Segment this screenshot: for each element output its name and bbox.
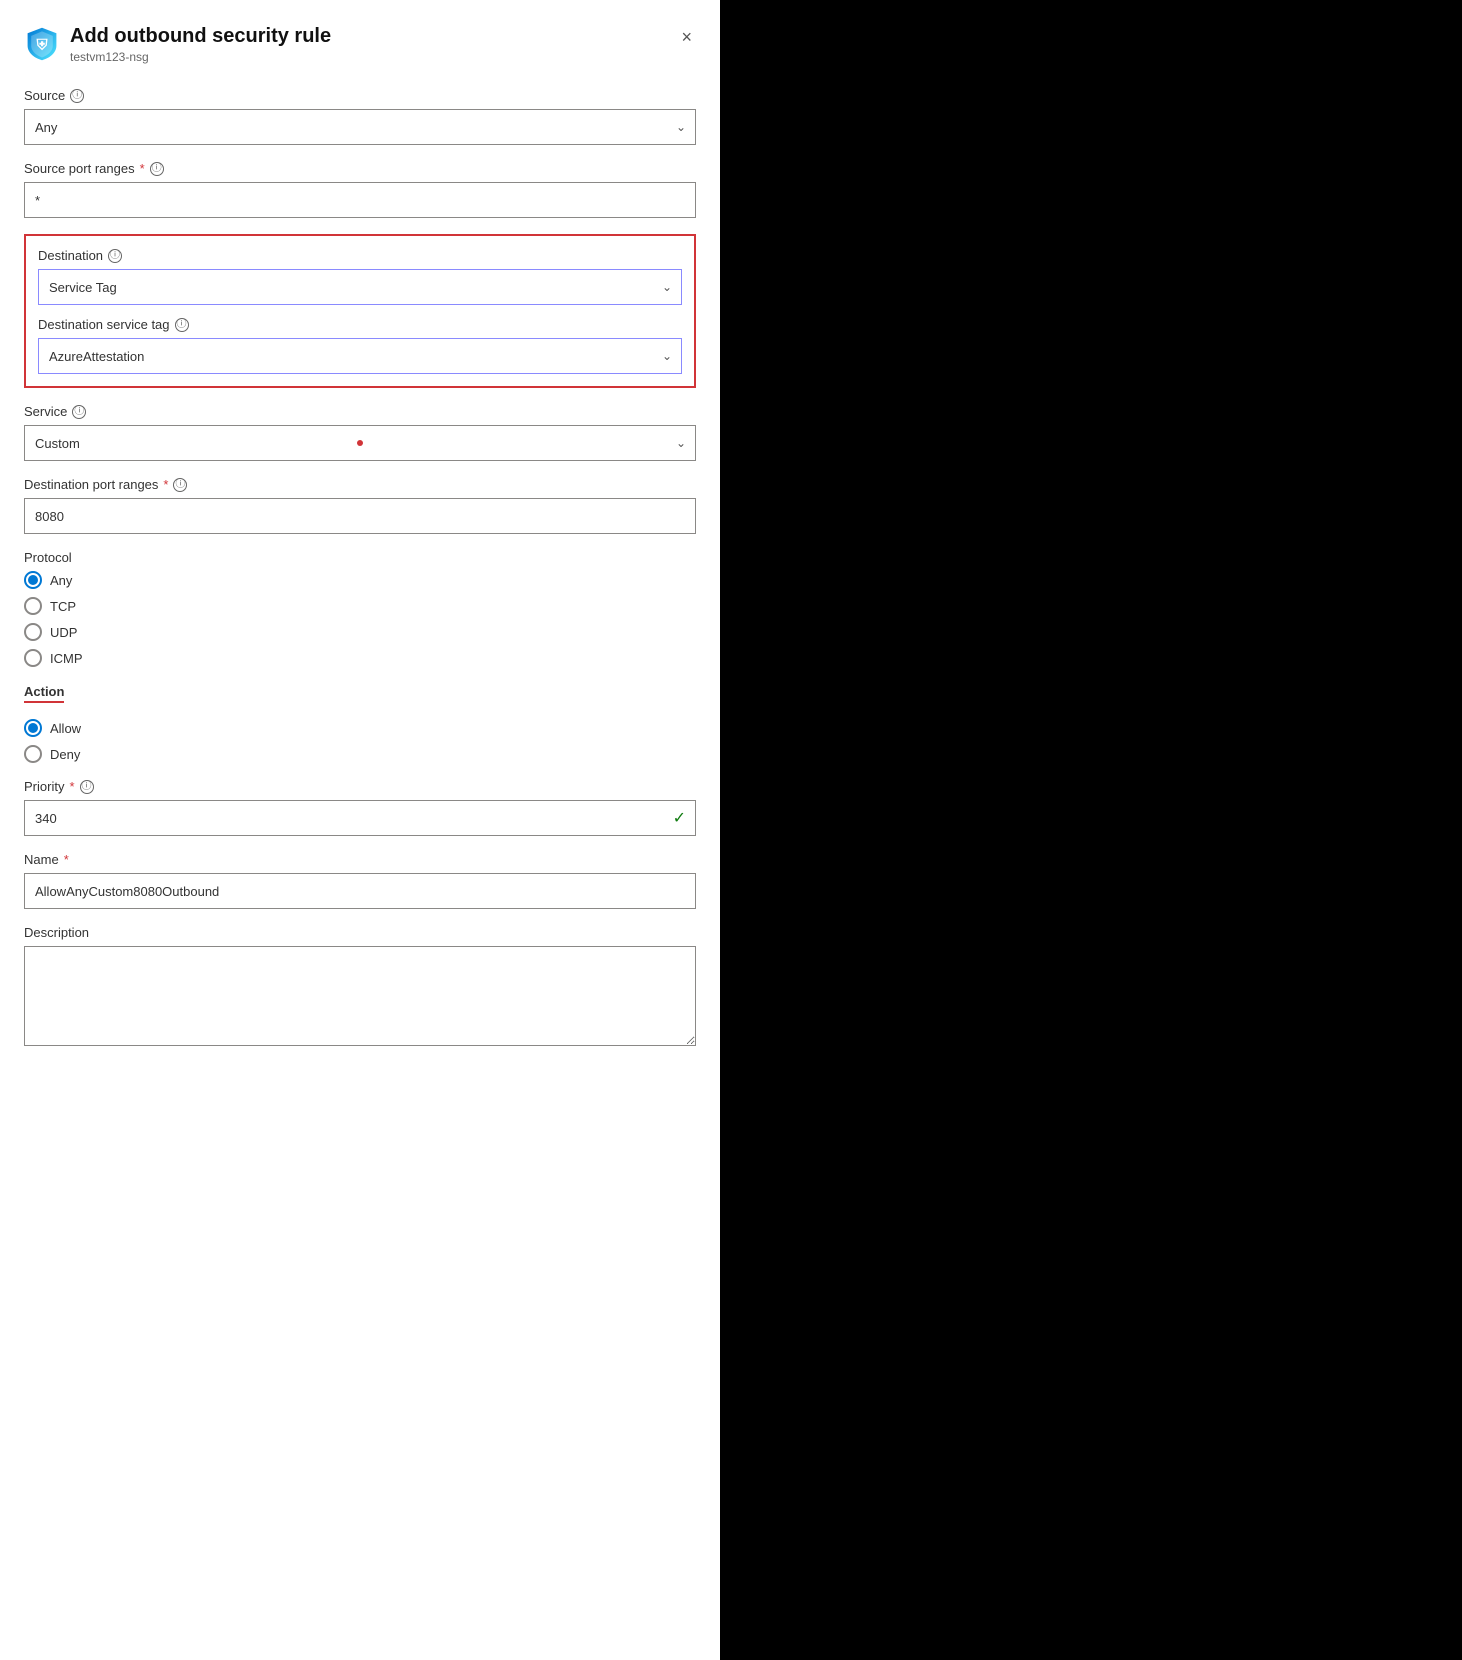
source-port-ranges-field-group: Source port ranges * ⓘ: [24, 161, 696, 218]
source-select-wrapper: Any IP Addresses Service Tag Application…: [24, 109, 696, 145]
destination-label: Destination ⓘ: [38, 248, 682, 263]
svg-text:⛨: ⛨: [36, 37, 48, 53]
destination-port-required-star: *: [163, 477, 168, 492]
protocol-udp-label: UDP: [50, 625, 77, 640]
priority-field-group: Priority * ⓘ ✓: [24, 779, 696, 836]
close-button[interactable]: ×: [677, 24, 696, 50]
protocol-any-option[interactable]: Any: [24, 571, 696, 589]
name-field-group: Name *: [24, 852, 696, 909]
service-select[interactable]: Custom HTTP HTTPS SSH RDP: [24, 425, 696, 461]
protocol-label: Protocol: [24, 550, 696, 565]
destination-info-icon[interactable]: ⓘ: [108, 249, 122, 263]
priority-input[interactable]: [24, 800, 696, 836]
protocol-tcp-radio[interactable]: [24, 597, 42, 615]
source-select[interactable]: Any IP Addresses Service Tag Application…: [24, 109, 696, 145]
protocol-icmp-option[interactable]: ICMP: [24, 649, 696, 667]
protocol-radio-group: Any TCP UDP ICMP: [24, 571, 696, 667]
destination-port-ranges-field-group: Destination port ranges * ⓘ: [24, 477, 696, 534]
service-info-icon[interactable]: ⓘ: [72, 405, 86, 419]
source-label: Source ⓘ: [24, 88, 696, 103]
panel-title-text: Add outbound security rule testvm123-nsg: [70, 24, 331, 64]
destination-port-ranges-input[interactable]: [24, 498, 696, 534]
description-textarea[interactable]: [24, 946, 696, 1046]
action-radio-group: Allow Deny: [24, 719, 696, 763]
priority-required-star: *: [69, 779, 74, 794]
protocol-any-radio[interactable]: [24, 571, 42, 589]
source-info-icon[interactable]: ⓘ: [70, 89, 84, 103]
destination-select-wrapper: Any IP Addresses Service Tag Application…: [38, 269, 682, 305]
action-allow-radio[interactable]: [24, 719, 42, 737]
title-area: ⛨ Add outbound security rule testvm123-n…: [24, 24, 331, 64]
protocol-icmp-radio[interactable]: [24, 649, 42, 667]
source-port-info-icon[interactable]: ⓘ: [150, 162, 164, 176]
protocol-udp-radio[interactable]: [24, 623, 42, 641]
protocol-udp-option[interactable]: UDP: [24, 623, 696, 641]
panel-subtitle: testvm123-nsg: [70, 50, 331, 64]
source-port-required-star: *: [140, 161, 145, 176]
protocol-icmp-label: ICMP: [50, 651, 83, 666]
destination-service-tag-select[interactable]: AzureAttestation Internet VirtualNetwork…: [38, 338, 682, 374]
name-required-star: *: [64, 852, 69, 867]
destination-field-group: Destination ⓘ Any IP Addresses Service T…: [38, 248, 682, 305]
priority-check-icon: ✓: [673, 808, 686, 828]
action-allow-option[interactable]: Allow: [24, 719, 696, 737]
destination-service-tag-select-wrapper: AzureAttestation Internet VirtualNetwork…: [38, 338, 682, 374]
source-port-ranges-label: Source port ranges * ⓘ: [24, 161, 696, 176]
destination-service-tag-label: Destination service tag ⓘ: [38, 317, 682, 332]
description-field-group: Description: [24, 925, 696, 1049]
priority-input-wrapper: ✓: [24, 800, 696, 836]
protocol-any-label: Any: [50, 573, 72, 588]
source-port-ranges-input[interactable]: [24, 182, 696, 218]
protocol-tcp-label: TCP: [50, 599, 76, 614]
panel-header: ⛨ Add outbound security rule testvm123-n…: [24, 24, 696, 64]
action-deny-label: Deny: [50, 747, 80, 762]
priority-info-icon[interactable]: ⓘ: [80, 780, 94, 794]
action-field-group: Action Allow Deny: [24, 683, 696, 763]
priority-label: Priority * ⓘ: [24, 779, 696, 794]
azure-shield-icon: ⛨: [24, 26, 60, 62]
action-label: Action: [24, 684, 64, 703]
service-label: Service ⓘ: [24, 404, 696, 419]
action-deny-radio[interactable]: [24, 745, 42, 763]
destination-port-info-icon[interactable]: ⓘ: [173, 478, 187, 492]
destination-service-tag-info-icon[interactable]: ⓘ: [175, 318, 189, 332]
add-outbound-rule-panel: ⛨ Add outbound security rule testvm123-n…: [0, 0, 720, 1660]
action-allow-label: Allow: [50, 721, 81, 736]
service-select-wrapper: Custom HTTP HTTPS SSH RDP ⌄: [24, 425, 696, 461]
destination-service-tag-field-group: Destination service tag ⓘ AzureAttestati…: [38, 317, 682, 374]
panel-title: Add outbound security rule: [70, 24, 331, 48]
action-deny-option[interactable]: Deny: [24, 745, 696, 763]
destination-port-ranges-label: Destination port ranges * ⓘ: [24, 477, 696, 492]
service-field-group: Service ⓘ Custom HTTP HTTPS SSH RDP ⌄: [24, 404, 696, 461]
protocol-tcp-option[interactable]: TCP: [24, 597, 696, 615]
name-label: Name *: [24, 852, 696, 867]
destination-select[interactable]: Any IP Addresses Service Tag Application…: [38, 269, 682, 305]
protocol-field-group: Protocol Any TCP UDP ICMP: [24, 550, 696, 667]
name-input[interactable]: [24, 873, 696, 909]
destination-section: Destination ⓘ Any IP Addresses Service T…: [24, 234, 696, 388]
description-label: Description: [24, 925, 696, 940]
source-field-group: Source ⓘ Any IP Addresses Service Tag Ap…: [24, 88, 696, 145]
